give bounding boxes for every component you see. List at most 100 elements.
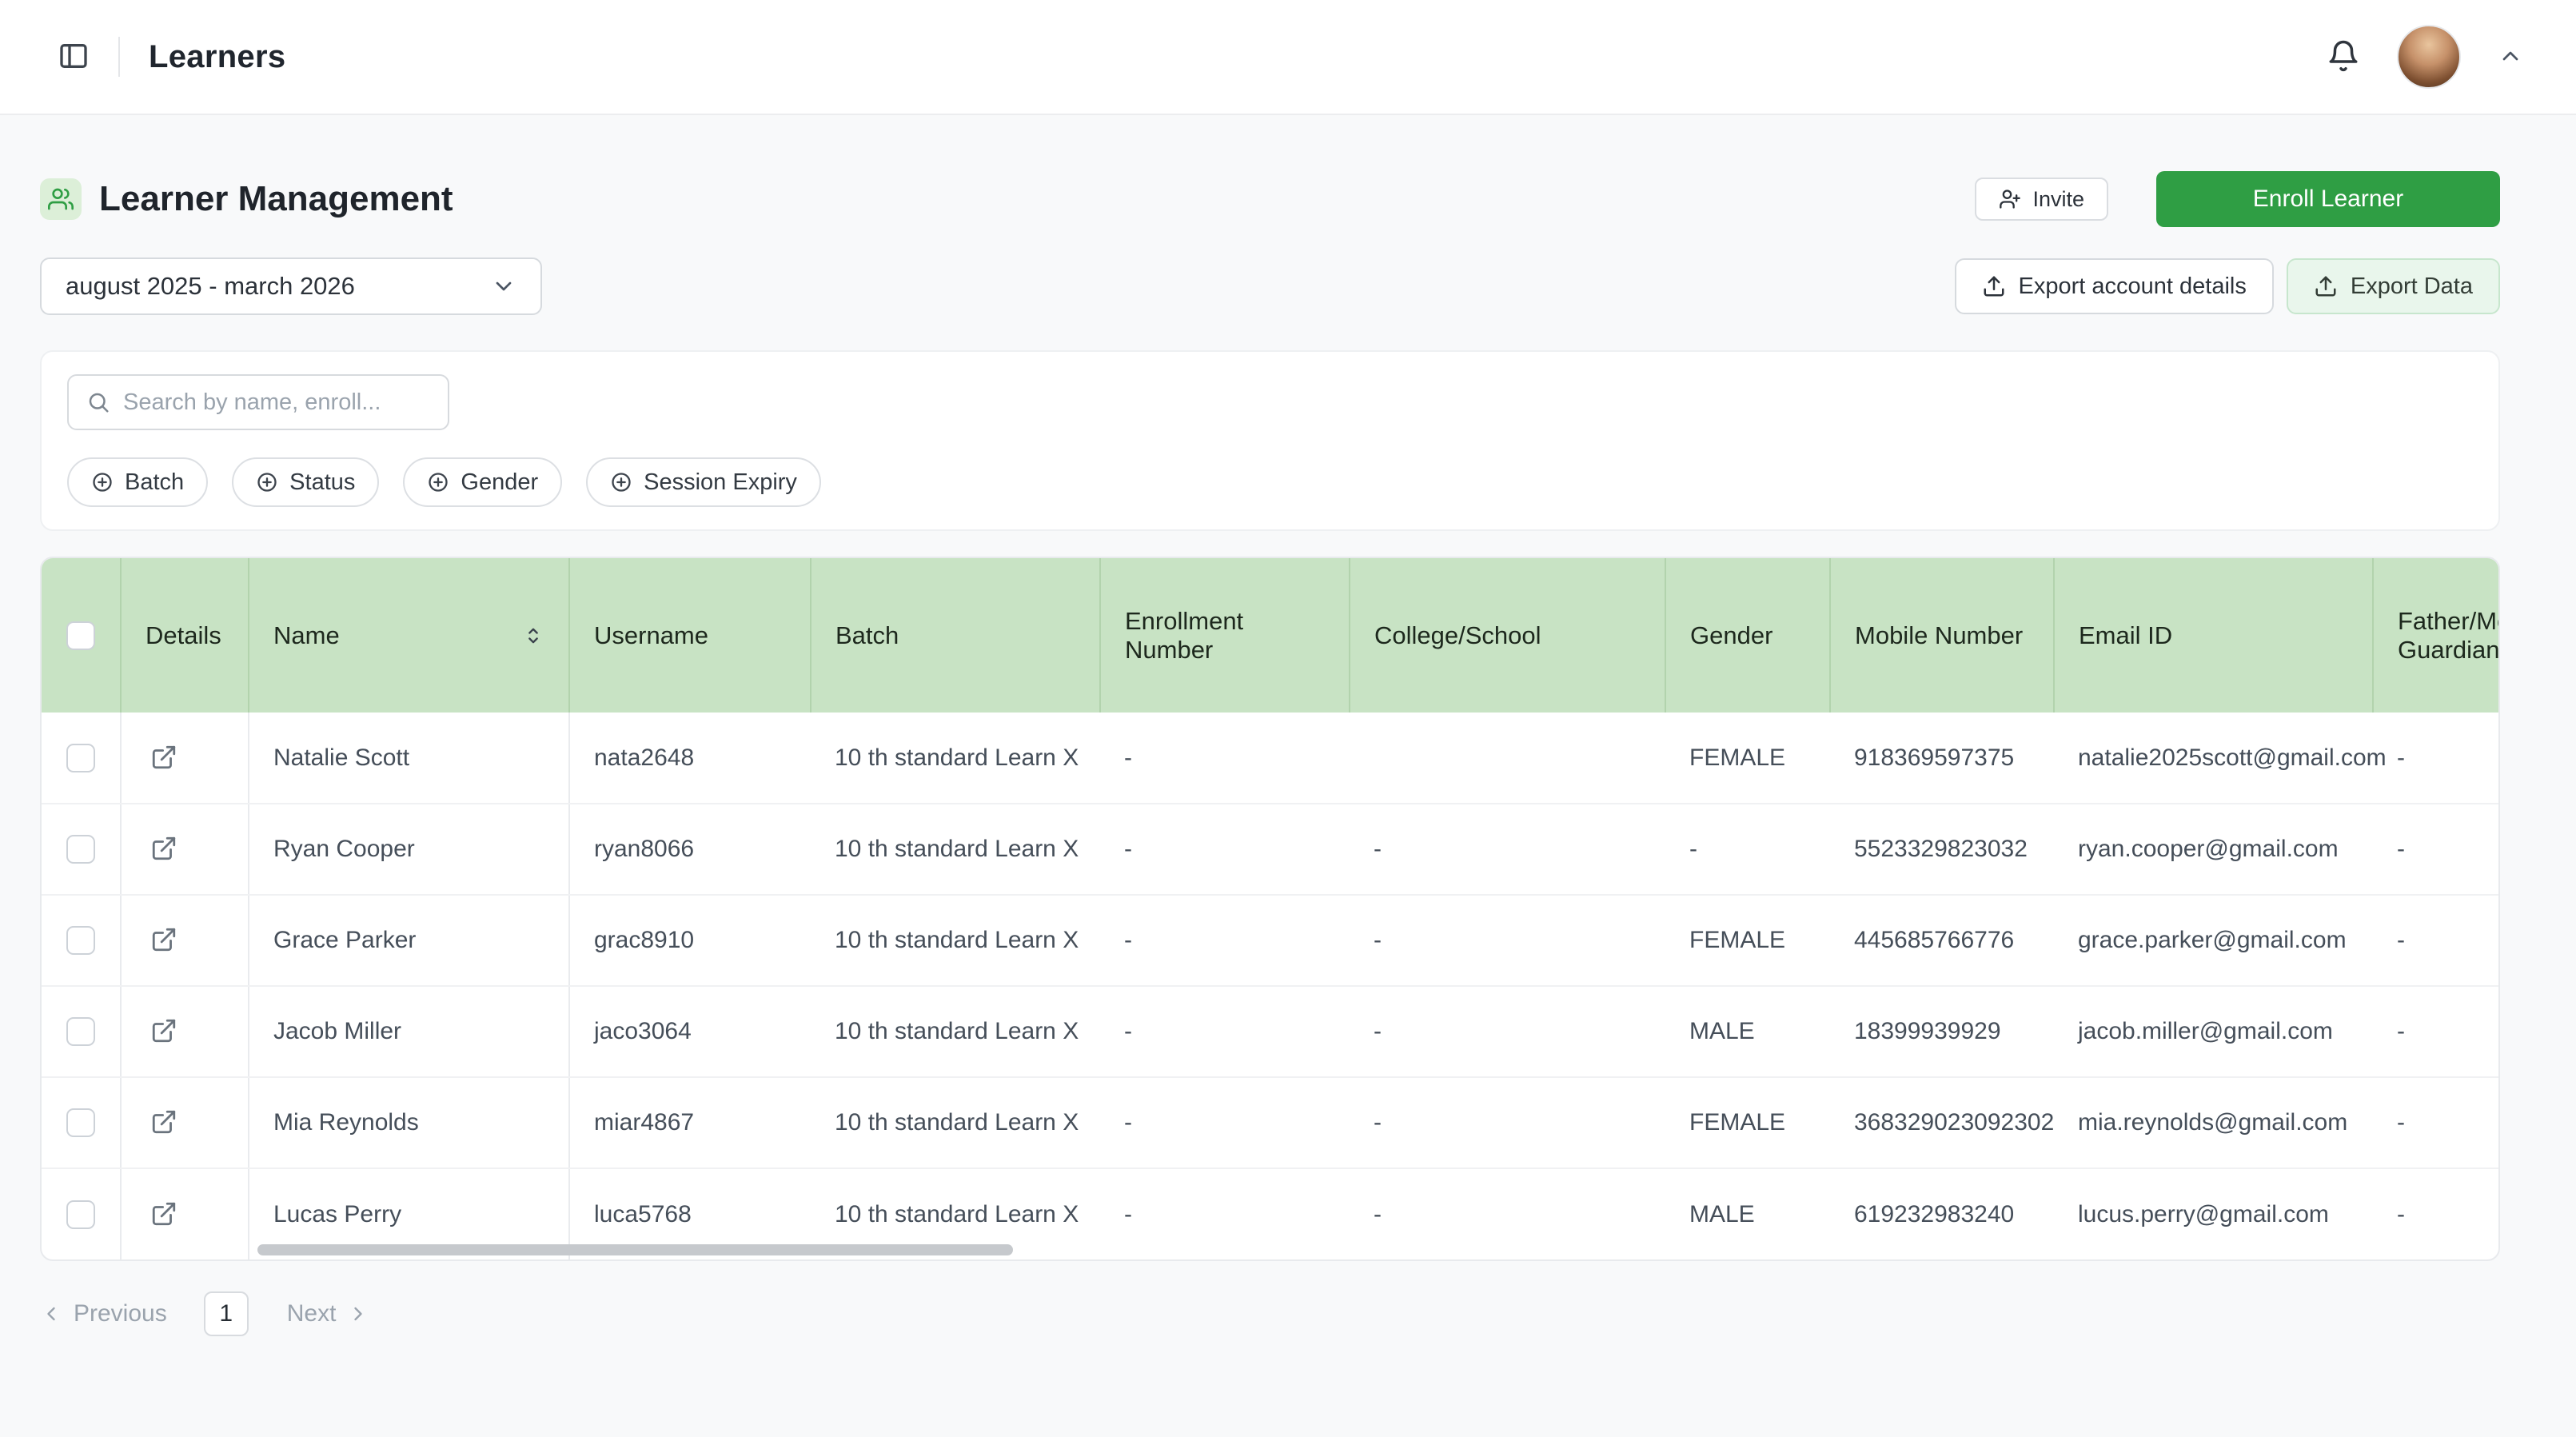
- table-row: Natalie Scott nata2648 10 th standard Le…: [42, 713, 2498, 804]
- cell-batch: 10 th standard Learn X: [811, 1077, 1100, 1168]
- cell-gender: FEMALE: [1665, 713, 1830, 804]
- table-header-row: Details Name Username Batch Enrollment: [42, 558, 2498, 713]
- session-range-dropdown[interactable]: august 2025 - march 2026: [40, 257, 542, 315]
- cell-username: nata2648: [569, 713, 811, 804]
- bell-icon: [2327, 39, 2360, 73]
- row-checkbox[interactable]: [66, 1017, 95, 1046]
- col-details: Details: [121, 558, 249, 713]
- cell-enrollment: -: [1100, 895, 1350, 986]
- main-content: Learner Management Invite Enroll Learner…: [0, 115, 2576, 1384]
- chevron-down-icon: [491, 273, 516, 299]
- cell-gender: MALE: [1665, 1168, 1830, 1259]
- upload-icon: [1982, 274, 2006, 298]
- cell-mobile: 445685766776: [1830, 895, 2054, 986]
- pagination: Previous 1 Next: [40, 1291, 2500, 1384]
- row-checkbox[interactable]: [66, 926, 95, 955]
- controls-row: august 2025 - march 2026 Export account …: [40, 257, 2500, 315]
- cell-batch: 10 th standard Learn X: [811, 986, 1100, 1077]
- next-label: Next: [287, 1300, 337, 1327]
- account-menu-button[interactable]: [2494, 40, 2526, 74]
- col-enrollment-number: Enrollment Number: [1100, 558, 1350, 713]
- sidebar-toggle-icon: [58, 40, 90, 72]
- filter-chip-label: Batch: [125, 469, 184, 496]
- filter-chip-gender[interactable]: Gender: [403, 457, 562, 507]
- table-row: Mia Reynolds miar4867 10 th standard Lea…: [42, 1077, 2498, 1168]
- next-page-button[interactable]: Next: [287, 1300, 370, 1327]
- col-batch: Batch: [811, 558, 1100, 713]
- filter-chip-session-expiry[interactable]: Session Expiry: [586, 457, 821, 507]
- horizontal-scrollbar-thumb[interactable]: [257, 1244, 1013, 1255]
- cell-mobile: 918369597375: [1830, 713, 2054, 804]
- cell-batch: 10 th standard Learn X: [811, 713, 1100, 804]
- cell-email: grace.parker@gmail.com: [2054, 895, 2373, 986]
- external-link-icon: [150, 835, 177, 862]
- learners-table-card: Details Name Username Batch Enrollment: [40, 557, 2500, 1261]
- row-details-button[interactable]: [146, 1104, 182, 1140]
- search-box: [67, 374, 449, 430]
- sidebar-toggle-button[interactable]: [53, 35, 94, 79]
- cell-guardian: -: [2373, 895, 2498, 986]
- notifications-button[interactable]: [2323, 36, 2363, 78]
- row-details-button[interactable]: [146, 739, 182, 776]
- plus-circle-icon: [427, 471, 449, 493]
- row-details-button[interactable]: [146, 1012, 182, 1049]
- filter-card: Batch Status Gender Session Expiry: [40, 350, 2500, 531]
- cell-enrollment: -: [1100, 804, 1350, 895]
- cell-mobile: 619232983240: [1830, 1168, 2054, 1259]
- export-account-details-button[interactable]: Export account details: [1955, 258, 2274, 314]
- filter-chip-status[interactable]: Status: [232, 457, 379, 507]
- topbar-divider: [118, 37, 120, 77]
- filter-chip-label: Session Expiry: [644, 469, 797, 496]
- page-title: Learner Management: [99, 179, 453, 219]
- row-checkbox[interactable]: [66, 835, 95, 864]
- row-details-button[interactable]: [146, 1196, 182, 1232]
- cell-username: grac8910: [569, 895, 811, 986]
- cell-enrollment: -: [1100, 1077, 1350, 1168]
- chevron-right-icon: [347, 1303, 369, 1325]
- learners-table: Details Name Username Batch Enrollment: [42, 558, 2498, 1259]
- cell-batch: 10 th standard Learn X: [811, 804, 1100, 895]
- row-details-button[interactable]: [146, 830, 182, 867]
- external-link-icon: [150, 744, 177, 771]
- enroll-learner-button[interactable]: Enroll Learner: [2156, 171, 2500, 227]
- cell-enrollment: -: [1100, 713, 1350, 804]
- current-page-button[interactable]: 1: [204, 1291, 249, 1336]
- select-all-checkbox[interactable]: [66, 621, 95, 650]
- cell-username: ryan8066: [569, 804, 811, 895]
- row-checkbox[interactable]: [66, 1200, 95, 1229]
- chevron-left-icon: [40, 1303, 62, 1325]
- row-checkbox[interactable]: [66, 744, 95, 772]
- row-details-button[interactable]: [146, 921, 182, 958]
- previous-page-button[interactable]: Previous: [40, 1300, 167, 1327]
- external-link-icon: [150, 1017, 177, 1044]
- cell-email: natalie2025scott@gmail.com: [2054, 713, 2373, 804]
- plus-circle-icon: [610, 471, 632, 493]
- row-checkbox[interactable]: [66, 1108, 95, 1137]
- external-link-icon: [150, 1108, 177, 1136]
- cell-guardian: -: [2373, 986, 2498, 1077]
- invite-button[interactable]: Invite: [1975, 178, 2108, 221]
- sort-icon[interactable]: [522, 625, 544, 647]
- filter-chip-label: Status: [289, 469, 355, 496]
- cell-username: jaco3064: [569, 986, 811, 1077]
- avatar[interactable]: [2397, 25, 2461, 89]
- learners-icon: [40, 178, 82, 220]
- col-email-id: Email ID: [2054, 558, 2373, 713]
- cell-enrollment: -: [1100, 1168, 1350, 1259]
- filter-chip-batch[interactable]: Batch: [67, 457, 208, 507]
- cell-username: miar4867: [569, 1077, 811, 1168]
- topbar-title: Learners: [149, 39, 285, 75]
- cell-gender: FEMALE: [1665, 895, 1830, 986]
- cell-email: lucus.perry@gmail.com: [2054, 1168, 2373, 1259]
- previous-label: Previous: [74, 1300, 167, 1327]
- export-data-button[interactable]: Export Data: [2287, 258, 2500, 314]
- cell-mobile: 18399939929: [1830, 986, 2054, 1077]
- plus-circle-icon: [91, 471, 114, 493]
- col-name[interactable]: Name: [249, 558, 569, 713]
- search-input[interactable]: [123, 389, 430, 416]
- chevron-up-icon: [2498, 43, 2523, 69]
- cell-college: -: [1350, 804, 1665, 895]
- cell-email: jacob.miller@gmail.com: [2054, 986, 2373, 1077]
- cell-gender: FEMALE: [1665, 1077, 1830, 1168]
- cell-guardian: -: [2373, 804, 2498, 895]
